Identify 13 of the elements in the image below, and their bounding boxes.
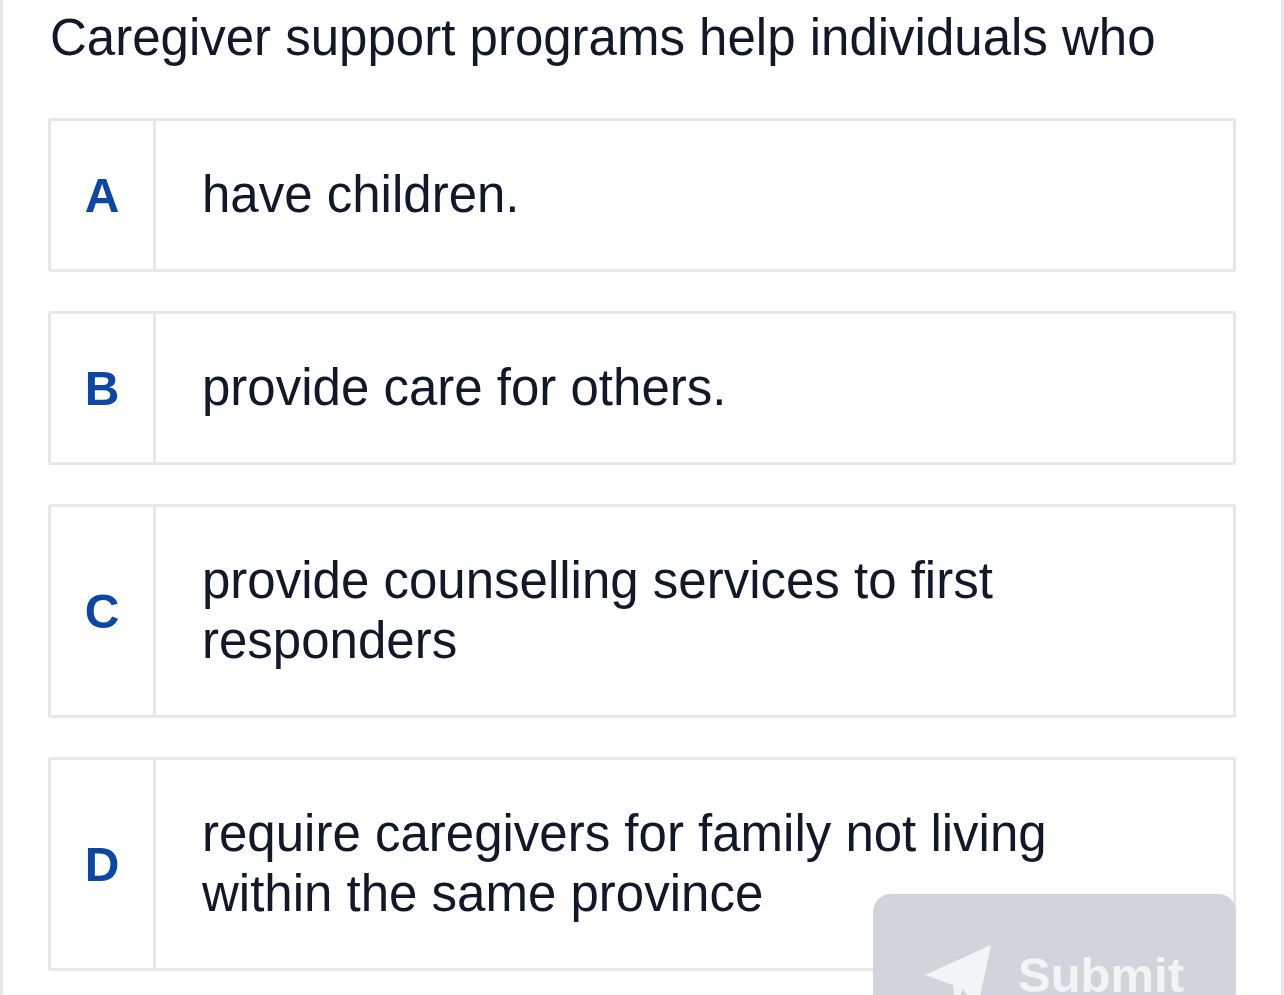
option-card[interactable]: D require caregivers for family not living within the same province [48,757,1236,971]
option-text: provide counselling services to first responders [202,551,994,671]
question-text: Caregiver support programs help individuals who [50,8,1156,68]
option-text: have children. [202,165,520,225]
paper-plane-icon [925,945,991,995]
option-letter: A [51,121,156,269]
option-card[interactable]: C provide counselling services to first responders [48,504,1236,718]
option-letter: B [51,314,156,462]
option-letter: C [51,507,156,715]
option-letter: D [51,760,156,968]
option-text: provide care for others. [202,358,727,418]
option-card[interactable]: B provide care for others. [48,311,1236,465]
option-card[interactable]: A have children. [48,118,1236,272]
